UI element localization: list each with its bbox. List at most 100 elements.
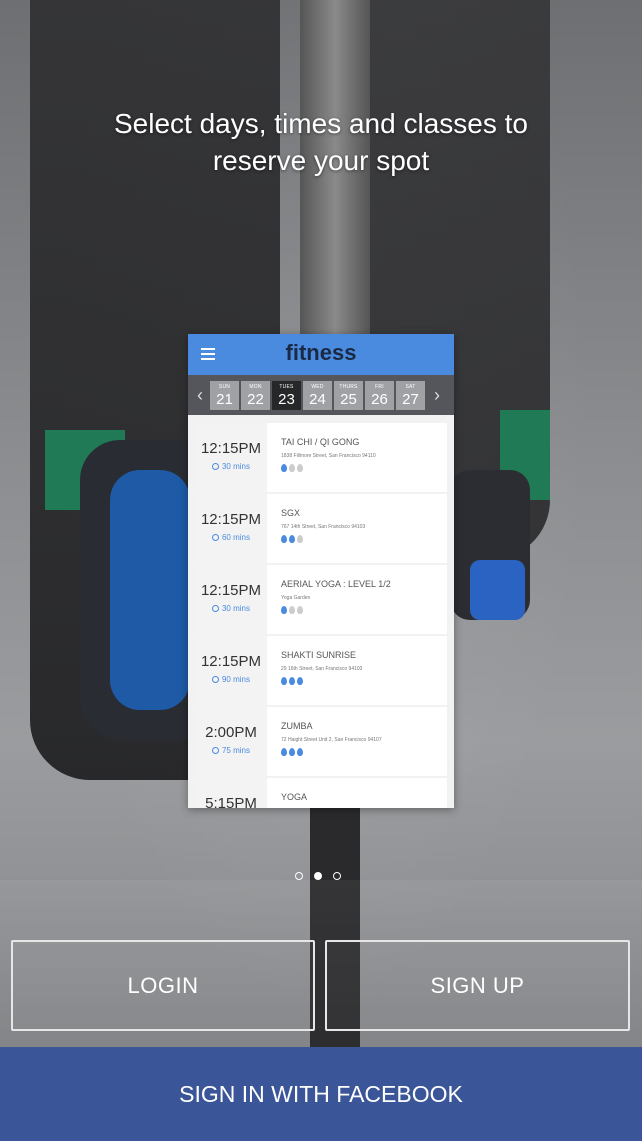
intensity-drop-icon [281, 677, 287, 685]
intensity-drop-icon [289, 606, 295, 614]
class-row: 12:15PM 60 mins SGX 767 14th Street, San Fr… [195, 494, 447, 563]
day-number: 22 [247, 390, 264, 408]
sign-up-button[interactable]: SIGN UP [325, 940, 630, 1031]
intensity-drop-icon [289, 748, 295, 756]
class-name: SGX [281, 508, 301, 518]
login-button[interactable]: LOGIN [11, 940, 315, 1031]
day-number: 21 [216, 390, 233, 408]
day-fri: FRI 26 [365, 380, 394, 410]
class-row: 5:15PM YOGA [195, 778, 447, 808]
intensity-drop-icon [289, 464, 295, 472]
class-name: AERIAL YOGA : LEVEL 1/2 [281, 579, 391, 589]
class-time: 12:15PM [200, 653, 262, 670]
class-row: 12:15PM 90 mins SHAKTI SUNRISE 29 16th Stre… [195, 636, 447, 705]
facebook-sign-in-button[interactable]: SIGN IN WITH FACEBOOK [0, 1047, 642, 1141]
class-time-column: 12:15PM 60 mins [195, 494, 267, 563]
onboarding-headline: Select days, times and classes to reserv… [0, 105, 642, 179]
class-time-column: 2:00PM 75 mins [195, 707, 267, 776]
class-time: 12:15PM [200, 582, 262, 599]
class-info: AERIAL YOGA : LEVEL 1/2 Yoga Garden [267, 565, 447, 634]
day-number: 27 [402, 390, 419, 408]
day-name: SAT [405, 383, 416, 390]
class-row: 12:15PM 30 mins TAI CHI / QI GONG 1838 Fill… [195, 423, 447, 492]
intensity-drop-icon [297, 535, 303, 543]
day-number: 26 [371, 390, 388, 408]
intensity-drop-icon [281, 606, 287, 614]
day-tues: TUES 23 [272, 380, 301, 410]
headline-line-2: reserve your spot [212, 145, 430, 176]
class-row: 2:00PM 75 mins ZUMBA 72 Haight Street Unit … [195, 707, 447, 776]
class-time: 2:00PM [205, 724, 257, 741]
day-name: THURS [339, 383, 358, 390]
intensity-drop-icon [289, 535, 295, 543]
day-number: 23 [278, 390, 295, 408]
class-row: 12:15PM 30 mins AERIAL YOGA : LEVEL 1/2 Yog… [195, 565, 447, 634]
day-name: MON [249, 383, 262, 390]
class-time: 12:15PM [200, 440, 262, 457]
shoe-left-sole [110, 470, 190, 710]
class-info: SHAKTI SUNRISE 29 16th Street, San Franci… [267, 636, 447, 705]
day-number: 25 [340, 390, 357, 408]
class-address: Yoga Garden [281, 595, 311, 601]
clock-icon [211, 534, 219, 541]
day-wed: WED 24 [303, 380, 332, 410]
class-duration: 30 mins [195, 462, 267, 471]
duration-text: 30 mins [221, 604, 250, 613]
class-address: 72 Haight Street Unit 2, San Francisco 9… [281, 737, 382, 743]
class-time-column: 12:15PM 30 mins [195, 423, 267, 492]
app-bar: fitness [188, 334, 454, 375]
app-preview-screenshot: fitness ‹ SUN 21 MON 22 TUES 23 WED 24 THURS 25 FR… [188, 334, 454, 808]
class-info: SGX 767 14th Street, San Francisco 94103 [267, 494, 447, 563]
day-number: 24 [309, 390, 326, 408]
page-indicator [295, 872, 341, 880]
day-name: WED [311, 383, 324, 390]
day-name: SUN [218, 383, 231, 390]
shoe-right-sole [470, 560, 525, 620]
day-name: FRI [375, 383, 384, 390]
clock-icon [211, 463, 219, 470]
app-logo: fitness [285, 340, 357, 365]
duration-text: 60 mins [221, 533, 250, 542]
intensity-drop-icon [297, 748, 303, 756]
class-address: 1838 Fillmore Street, San Francisco 9411… [281, 453, 376, 459]
page-dot[interactable] [295, 872, 303, 880]
class-name: TAI CHI / QI GONG [281, 437, 360, 447]
class-info: ZUMBA 72 Haight Street Unit 2, San Franci… [267, 707, 447, 776]
class-time-column: 12:15PM 90 mins [195, 636, 267, 705]
intensity-rating [281, 464, 447, 472]
day-mon: MON 22 [241, 380, 270, 410]
day-sat: SAT 27 [396, 380, 425, 410]
duration-text: 30 mins [221, 462, 250, 471]
day-sun: SUN 21 [210, 380, 239, 410]
chevron-left-icon: ‹ [197, 384, 203, 405]
class-name: ZUMBA [281, 721, 313, 731]
class-time: 12:15PM [200, 511, 262, 528]
intensity-drop-icon [289, 677, 295, 685]
intensity-drop-icon [297, 677, 303, 685]
class-duration: 60 mins [195, 533, 267, 542]
chevron-right-icon: › [434, 384, 440, 405]
class-address: 29 16th Street, San Francisco 94103 [281, 666, 363, 672]
class-info: YOGA [267, 778, 447, 808]
day-selector: ‹ SUN 21 MON 22 TUES 23 WED 24 THURS 25 FRI 26 SAT 27… [188, 375, 454, 415]
day-thurs: THURS 25 [334, 380, 363, 410]
intensity-drop-icon [297, 464, 303, 472]
class-duration: 30 mins [195, 604, 267, 613]
intensity-rating [281, 606, 447, 614]
class-time-column: 12:15PM 30 mins [195, 565, 267, 634]
intensity-rating [281, 677, 447, 685]
class-name: SHAKTI SUNRISE [281, 650, 357, 660]
intensity-rating [281, 535, 447, 543]
page-dot[interactable] [333, 872, 341, 880]
class-address: 767 14th Street, San Francisco 94103 [281, 524, 366, 530]
headline-line-1: Select days, times and classes to [114, 108, 528, 139]
page-dot[interactable] [314, 872, 322, 880]
day-name: TUES [279, 383, 294, 390]
clock-icon [211, 747, 219, 754]
duration-text: 90 mins [221, 675, 250, 684]
intensity-rating [281, 748, 447, 756]
intensity-drop-icon [281, 748, 287, 756]
intensity-drop-icon [281, 464, 287, 472]
class-time: 5:15PM [205, 795, 257, 808]
class-name: YOGA [281, 792, 308, 802]
